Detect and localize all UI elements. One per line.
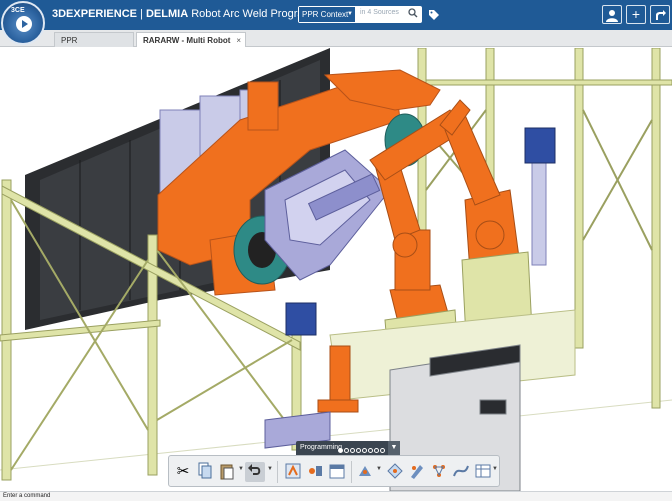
undo-icon[interactable]	[245, 462, 265, 482]
paste-icon[interactable]	[217, 462, 237, 482]
share-icon[interactable]	[650, 5, 670, 24]
search-icon[interactable]	[408, 8, 418, 20]
undo-caret-icon[interactable]: ▼	[267, 466, 273, 472]
toolbar-divider	[351, 461, 352, 483]
brand-prefix: 3DEXPERIENCE	[52, 8, 137, 20]
command-prompt-text: Enter a command	[3, 493, 51, 499]
robot-2	[439, 99, 521, 273]
app-title: 3DEXPERIENCE | DELMIA Robot Arc Weld Pro…	[52, 8, 337, 20]
compass-label: 3CE	[11, 7, 25, 14]
page-dot[interactable]	[368, 448, 373, 453]
search-context-dropdown[interactable]: PPR Context	[299, 7, 355, 22]
3d-viewport[interactable]	[0, 48, 672, 491]
page-dot[interactable]	[344, 448, 349, 453]
gas-tower	[531, 159, 547, 266]
toolbar-section-label: Programming	[300, 444, 343, 451]
search-placeholder[interactable]: in 4 Sources	[360, 9, 399, 16]
top-bar: 3DEXPERIENCE | DELMIA Robot Arc Weld Pro…	[0, 0, 672, 30]
programming-toolbar-header[interactable]: Programming ▼	[296, 441, 400, 455]
brand-separator: |	[136, 8, 146, 20]
tab-bar: PPR Context00004283 RARARW - Multi Robot…	[0, 30, 672, 60]
calendar-icon[interactable]	[327, 462, 347, 482]
command-prompt[interactable]: Enter a command	[0, 491, 672, 501]
chevron-down-icon[interactable]: ▼	[388, 441, 400, 455]
robot-program-icon[interactable]	[283, 462, 303, 482]
tag-group-icon[interactable]	[429, 462, 449, 482]
copy-icon[interactable]	[195, 462, 215, 482]
feeder-box-left	[285, 302, 317, 336]
tag-icon[interactable]	[428, 8, 440, 20]
toolbar-divider	[277, 461, 278, 483]
cut-icon[interactable]: ✂	[173, 462, 193, 482]
tag-create-icon[interactable]	[385, 462, 405, 482]
page-dot[interactable]	[374, 448, 379, 453]
action-bar: ✂ ▼ ▼ ▼ ▼	[168, 455, 500, 487]
teach-icon[interactable]	[355, 462, 375, 482]
path-icon[interactable]	[451, 462, 471, 482]
page-dot[interactable]	[356, 448, 361, 453]
page-dot[interactable]	[350, 448, 355, 453]
paste-caret-icon[interactable]: ▼	[238, 466, 244, 472]
close-tab-icon[interactable]: ×	[236, 33, 241, 48]
add-icon[interactable]: +	[626, 5, 646, 24]
table-icon[interactable]	[473, 462, 493, 482]
search-box[interactable]: PPR Context in 4 Sources	[298, 6, 422, 23]
page-dot[interactable]	[380, 448, 385, 453]
user-profile-icon[interactable]	[602, 5, 622, 24]
compass-icon[interactable]: 3CE	[1, 1, 45, 45]
feeder-box	[524, 127, 556, 164]
table-caret-icon[interactable]: ▼	[492, 466, 498, 472]
tab-ppr-context[interactable]: PPR Context00004283	[54, 32, 134, 60]
tag-edit-icon[interactable]	[407, 462, 427, 482]
teach-caret-icon[interactable]: ▼	[376, 466, 382, 472]
page-dot[interactable]	[362, 448, 367, 453]
compass-play-icon[interactable]	[16, 16, 32, 32]
page-dot[interactable]	[338, 448, 343, 453]
tab-rararw[interactable]: RARARW - Multi Robot wit...×	[136, 32, 246, 60]
robot-cell-scene	[0, 48, 672, 491]
operation-icon[interactable]	[305, 462, 325, 482]
brand-product: DELMIA	[145, 8, 189, 20]
